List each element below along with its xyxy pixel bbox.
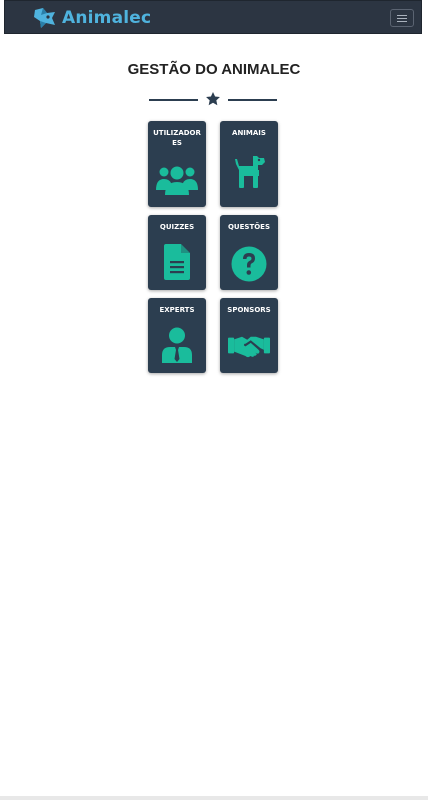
divider-line-left — [149, 99, 198, 101]
bottom-scrollbar-track — [0, 796, 428, 800]
dog-icon — [235, 156, 265, 188]
card-experts[interactable]: EXPERTS — [148, 298, 206, 373]
divider-line-right — [228, 99, 277, 101]
animalec-logo-icon — [34, 8, 55, 28]
page-title: GESTÃO DO ANIMALEC — [127, 61, 301, 78]
handshake-icon — [228, 336, 270, 358]
users-icon — [156, 166, 198, 195]
card-label: SPONSORS — [227, 306, 271, 314]
card-quizzes[interactable]: QUIZZES — [148, 215, 206, 290]
document-icon — [164, 244, 190, 280]
brand-link[interactable]: Animalec — [32, 5, 151, 31]
user-tie-icon — [162, 327, 192, 363]
card-questoes[interactable]: QUESTÕES — [220, 215, 278, 290]
card-sponsors[interactable]: SPONSORS — [220, 298, 278, 373]
question-circle-icon — [231, 246, 267, 282]
brand-name: Animalec — [62, 8, 152, 28]
card-label: EXPERTS — [159, 306, 195, 314]
star-icon — [206, 92, 220, 106]
card-label: QUIZZES — [159, 223, 195, 231]
card-label: UTILIZADORES — [153, 129, 201, 147]
card-label: QUESTÕES — [227, 223, 270, 231]
card-animais[interactable]: ANIMAIS — [220, 121, 278, 207]
card-label: ANIMAIS — [232, 129, 266, 137]
navbar-toggle-button[interactable] — [390, 9, 414, 27]
hamburger-icon — [397, 14, 407, 22]
card-utilizadores[interactable]: UTILIZADORES — [148, 121, 206, 207]
navbar: Animalec — [4, 0, 422, 34]
